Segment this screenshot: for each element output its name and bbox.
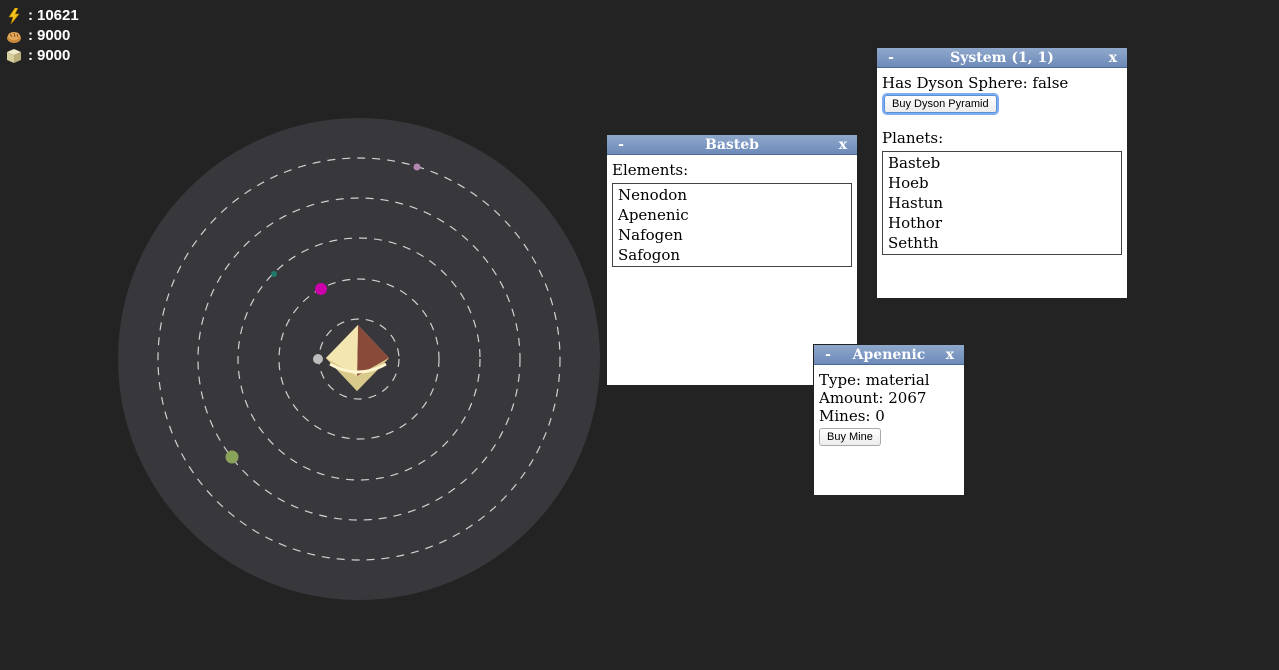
system-minimize-button[interactable]: - (885, 50, 897, 66)
solar-system-map[interactable] (118, 118, 600, 600)
element-list-item[interactable]: Safogon (618, 245, 851, 265)
planet-panel-header[interactable]: - Basteb x (607, 135, 857, 155)
food-resource: : 9000 (6, 26, 79, 46)
bread-icon (6, 28, 22, 44)
element-close-button[interactable]: x (944, 347, 956, 363)
planet-hastun[interactable] (271, 271, 277, 277)
planet-list-item[interactable]: Hothor (888, 213, 1121, 233)
planet-list-item[interactable]: Hoeb (888, 173, 1121, 193)
crate-icon (6, 48, 22, 64)
planet-minimize-button[interactable]: - (615, 137, 627, 153)
element-minimize-button[interactable]: - (822, 347, 834, 363)
planet-close-button[interactable]: x (837, 137, 849, 153)
energy-value: 10621 (37, 7, 79, 24)
material-value: 9000 (37, 47, 71, 64)
planets-list: Basteb Hoeb Hastun Hothor Sethth (882, 151, 1122, 255)
planet-sethth[interactable] (413, 163, 421, 171)
planet-basteb[interactable] (313, 354, 323, 364)
resource-bar: : 10621 : 9000 : 9000 (6, 6, 79, 66)
planet-panel-title: Basteb (705, 136, 759, 153)
element-panel: - Apenenic x Type: material Amount: 2067… (813, 344, 965, 496)
lightning-icon (6, 7, 22, 25)
element-amount: Amount: 2067 (819, 389, 927, 407)
dyson-sphere-status: Has Dyson Sphere: false (882, 74, 1069, 92)
food-value: 9000 (37, 27, 71, 44)
planets-label: Planets: (882, 129, 944, 147)
element-panel-header[interactable]: - Apenenic x (814, 345, 964, 365)
system-panel: - System (1, 1) x Has Dyson Sphere: fals… (876, 47, 1128, 299)
system-panel-title: System (1, 1) (950, 49, 1054, 66)
element-mines: Mines: 0 (819, 407, 885, 425)
planet-list-item[interactable]: Basteb (888, 153, 1121, 173)
planet-hoeb[interactable] (315, 283, 327, 295)
element-panel-title: Apenenic (852, 346, 926, 363)
food-separator: : (28, 27, 33, 44)
energy-resource: : 10621 (6, 6, 79, 26)
buy-dyson-pyramid-button[interactable]: Buy Dyson Pyramid (884, 95, 997, 113)
planet-hothor[interactable] (225, 450, 239, 464)
element-list-item[interactable]: Nenodon (618, 185, 851, 205)
element-list-item[interactable]: Apenenic (618, 205, 851, 225)
system-close-button[interactable]: x (1107, 50, 1119, 66)
element-list-item[interactable]: Nafogen (618, 225, 851, 245)
elements-list: Nenodon Apenenic Nafogen Safogon (612, 183, 852, 267)
energy-separator: : (28, 7, 33, 24)
element-type: Type: material (819, 371, 930, 389)
material-resource: : 9000 (6, 46, 79, 66)
planet-list-item[interactable]: Hastun (888, 193, 1121, 213)
system-panel-header[interactable]: - System (1, 1) x (877, 48, 1127, 68)
elements-label: Elements: (612, 161, 689, 179)
material-separator: : (28, 47, 33, 64)
planet-list-item[interactable]: Sethth (888, 233, 1121, 253)
buy-mine-button[interactable]: Buy Mine (819, 428, 881, 446)
